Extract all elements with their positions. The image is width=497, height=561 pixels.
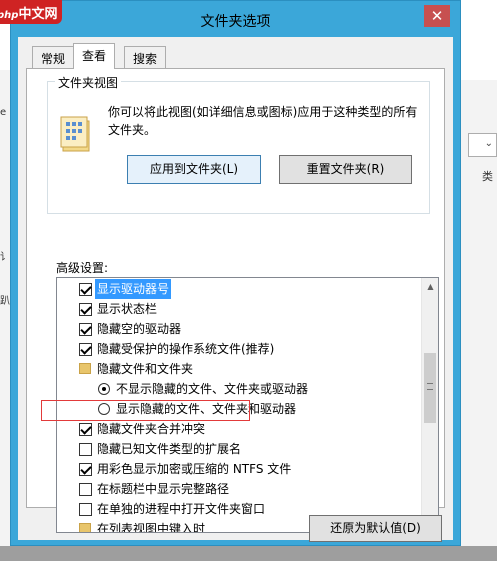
dialog-client: 常规 查看 搜索 文件夹视图 你可以将此视图(如详细信息或图标)应用于这种类型的… xyxy=(18,37,453,542)
advanced-settings-label: 高级设置: xyxy=(56,261,109,275)
folder-options-dialog: 文件夹选项 ✕ 常规 查看 搜索 文件夹视图 你可以将此视图(如详细信息或图标)… xyxy=(10,0,461,546)
setting-label: 在单独的进程中打开文件夹窗口 xyxy=(97,502,266,516)
window-title: 文件夹选项 xyxy=(200,14,271,30)
advanced-setting-row[interactable]: 隐藏文件夹合并冲突 xyxy=(57,419,419,439)
scrollbar-thumb[interactable] xyxy=(424,353,436,423)
setting-label: 隐藏已知文件类型的扩展名 xyxy=(97,442,242,456)
setting-checkbox[interactable] xyxy=(79,483,92,496)
setting-checkbox[interactable] xyxy=(79,343,92,356)
annotation-highlight-box xyxy=(41,400,250,421)
setting-label: 隐藏空的驱动器 xyxy=(97,322,182,336)
setting-label: 隐藏文件和文件夹 xyxy=(97,362,194,376)
advanced-setting-row[interactable]: 显示状态栏 xyxy=(57,299,419,319)
advanced-setting-row[interactable]: 隐藏文件和文件夹 xyxy=(57,359,419,379)
setting-label: 隐藏受保护的操作系统文件(推荐) xyxy=(97,342,275,356)
tab-general[interactable]: 常规 xyxy=(32,46,75,68)
setting-radio[interactable] xyxy=(98,383,110,395)
folder-icon xyxy=(79,523,91,532)
setting-checkbox[interactable] xyxy=(79,463,92,476)
background-left-char: 讠 xyxy=(0,252,10,263)
folder-views-legend: 文件夹视图 xyxy=(55,74,122,91)
setting-label: 显示状态栏 xyxy=(97,302,158,316)
tab-view[interactable]: 查看 xyxy=(73,43,116,69)
setting-checkbox[interactable] xyxy=(79,283,92,296)
advanced-setting-row[interactable]: 隐藏已知文件类型的扩展名 xyxy=(57,439,419,459)
advanced-setting-row[interactable]: 不显示隐藏的文件、文件夹或驱动器 xyxy=(57,379,419,399)
folder-views-description: 你可以将此视图(如详细信息或图标)应用于这种类型的所有文件夹。 xyxy=(108,105,418,137)
tab-search[interactable]: 搜索 xyxy=(124,46,167,68)
title-bar[interactable]: 文件夹选项 ✕ xyxy=(11,1,460,37)
setting-label: 在标题栏中显示完整路径 xyxy=(97,482,230,496)
advanced-setting-row[interactable]: 隐藏空的驱动器 xyxy=(57,319,419,339)
folder-views-group: 文件夹视图 你可以将此视图(如详细信息或图标)应用于这种类型的所有文件夹。 应用… xyxy=(47,74,430,214)
background-taskbar xyxy=(0,546,497,561)
logo-php-text: php xyxy=(0,10,19,21)
reset-folders-button[interactable]: 重置文件夹(R) xyxy=(279,155,412,184)
scroll-up-icon[interactable]: ▲ xyxy=(422,278,438,295)
apply-to-folders-button[interactable]: 应用到文件夹(L) xyxy=(127,155,261,184)
chevron-down-icon: ⌄ xyxy=(484,138,493,149)
advanced-setting-row[interactable]: 在标题栏中显示完整路径 xyxy=(57,479,419,499)
setting-checkbox[interactable] xyxy=(79,323,92,336)
advanced-setting-row[interactable]: 显示驱动器号 xyxy=(57,279,419,299)
setting-label: 显示驱动器号 xyxy=(95,279,172,299)
setting-checkbox[interactable] xyxy=(79,503,92,516)
advanced-setting-row[interactable]: 用彩色显示加密或压缩的 NTFS 文件 xyxy=(57,459,419,479)
site-logo: php中文网 xyxy=(0,0,63,24)
background-left-char: 趴 xyxy=(0,296,10,307)
logo-cn-text: 中文网 xyxy=(18,7,58,22)
setting-label: 在列表视图中键入时 xyxy=(97,522,206,533)
setting-checkbox[interactable] xyxy=(79,423,92,436)
advanced-setting-row[interactable]: 隐藏受保护的操作系统文件(推荐) xyxy=(57,339,419,359)
folder-icon xyxy=(79,363,91,374)
setting-label: 用彩色显示加密或压缩的 NTFS 文件 xyxy=(97,462,292,476)
setting-checkbox[interactable] xyxy=(79,443,92,456)
vertical-scrollbar[interactable]: ▲ ▼ xyxy=(421,278,438,532)
folder-view-icon xyxy=(60,116,90,152)
restore-defaults-button[interactable]: 还原为默认值(D) xyxy=(309,515,442,542)
background-dropdown[interactable]: ⌄ xyxy=(468,133,497,157)
setting-label: 隐藏文件夹合并冲突 xyxy=(97,422,206,436)
background-left-char: e xyxy=(0,107,7,118)
background-column-label: 类 xyxy=(482,170,493,183)
setting-checkbox[interactable] xyxy=(79,303,92,316)
close-button[interactable]: ✕ xyxy=(424,5,450,27)
setting-label: 不显示隐藏的文件、文件夹或驱动器 xyxy=(116,382,309,396)
background-left-pane: e 讠 趴 xyxy=(0,70,10,550)
view-tab-panel: 文件夹视图 你可以将此视图(如详细信息或图标)应用于这种类型的所有文件夹。 应用… xyxy=(26,68,445,533)
